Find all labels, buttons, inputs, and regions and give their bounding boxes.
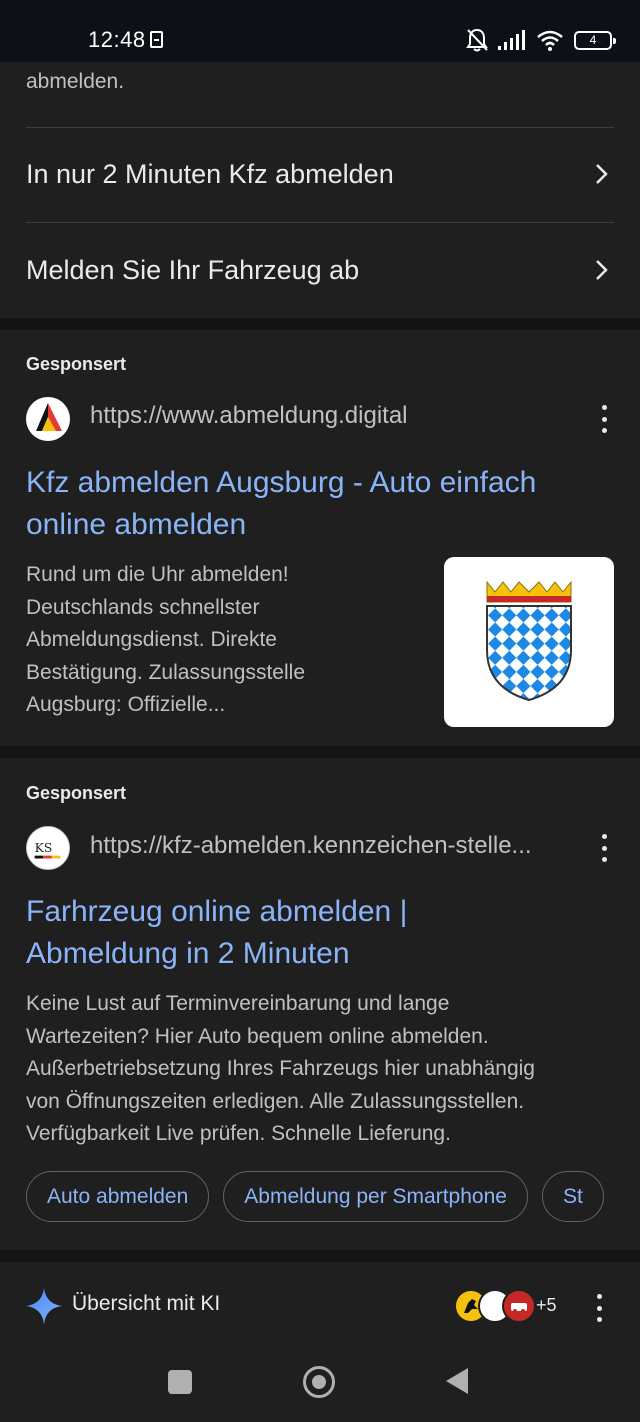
sitelink-kfz-abmelden[interactable]: In nur 2 Minuten Kfz abmelden — [26, 146, 614, 202]
ai-more-count: +5 — [536, 1295, 557, 1315]
desc-line: Rund um die Uhr abmelden! — [26, 563, 289, 586]
card-separator — [0, 1250, 640, 1262]
related-chips: Auto abmelden Abmeldung per Smartphone S… — [26, 1171, 604, 1222]
ad-url[interactable]: https://www.abmeldung.digital — [90, 402, 408, 430]
favicon-kennzeichen-stelle[interactable]: KS — [26, 826, 70, 870]
favicon-abmeldung[interactable] — [26, 397, 70, 441]
sitelink-label: In nur 2 Minuten Kfz abmelden — [26, 158, 394, 189]
status-icons: 4 — [466, 25, 616, 55]
ad-title-link[interactable]: Kfz abmelden Augsburg - Auto einfach onl… — [26, 462, 616, 546]
chip-partial[interactable]: St — [541, 1171, 604, 1222]
abmeldung-logo-icon — [27, 398, 69, 440]
desc-line: Abmeldungsdienst. Direkte — [26, 628, 277, 651]
desc-line: von Öffnungszeiten erledigen. Alle Zulas… — [26, 1089, 525, 1113]
sitelink-label: Melden Sie Ihr Fahrzeug ab — [26, 254, 360, 285]
chip-auto-abmelden[interactable]: Auto abmelden — [26, 1171, 210, 1222]
status-bar: 12:48 4 — [0, 0, 640, 62]
more-options-icon[interactable] — [596, 834, 612, 862]
desc-line: Wartezeiten? Hier Auto bequem online abm… — [26, 1024, 489, 1048]
ad-title-link[interactable]: Farhrzeug online abmelden | Abmeldung in… — [26, 891, 616, 975]
back-button[interactable] — [446, 1368, 468, 1394]
ad-url[interactable]: https://kfz-abmelden.kennzeichen-stelle.… — [90, 832, 532, 860]
divider — [26, 222, 614, 223]
ad-title-line: Abmeldung in 2 Minuten — [26, 937, 350, 970]
ai-overview-label[interactable]: Übersicht mit KI — [72, 1292, 220, 1316]
ad-description: Keine Lust auf Terminvereinbarung und la… — [26, 988, 616, 1151]
desc-line: Außerbetriebsetzung Ihres Fahrzeugs hier… — [26, 1057, 535, 1080]
desc-line: Keine Lust auf Terminvereinbarung und la… — [26, 992, 450, 1015]
ai-source-avatars[interactable] — [454, 1289, 536, 1323]
more-options-icon[interactable] — [596, 405, 612, 433]
home-button[interactable] — [303, 1366, 335, 1398]
ai-more-options-icon[interactable] — [591, 1294, 607, 1322]
chip-abmeldung-smartphone[interactable]: Abmeldung per Smartphone — [223, 1171, 528, 1222]
chevron-right-icon — [590, 258, 614, 282]
wifi-icon — [537, 30, 563, 51]
bell-off-icon — [466, 28, 488, 52]
ks-logo-icon: KS — [27, 827, 69, 869]
source-avatar-car-icon — [502, 1289, 536, 1323]
faded-snippet-text: abmelden. — [26, 70, 125, 93]
signal-icon — [498, 30, 525, 50]
ad-title-line: online abmelden — [26, 508, 247, 541]
card-separator — [0, 318, 640, 330]
bavaria-coat-of-arms-icon — [486, 580, 572, 702]
ad-title-line: Farhrzeug online abmelden | — [26, 895, 408, 928]
ad-thumbnail[interactable] — [444, 557, 614, 727]
recents-button[interactable] — [168, 1370, 192, 1394]
ad-title-line: Kfz abmelden Augsburg - Auto einfach — [26, 466, 537, 499]
ad-description: Rund um die Uhr abmelden! Deutschlands s… — [26, 559, 426, 722]
desc-line: Augsburg: Offizielle... — [26, 693, 226, 716]
desc-line: Bestätigung. Zulassungsstelle — [26, 660, 305, 684]
battery-saver-icon — [150, 31, 163, 48]
sponsored-label: Gesponsert — [26, 783, 127, 803]
sitelink-fahrzeug-ab[interactable]: Melden Sie Ihr Fahrzeug ab — [26, 242, 614, 298]
card-separator — [0, 746, 640, 758]
chevron-right-icon — [590, 162, 614, 186]
status-time: 12:48 — [88, 27, 146, 52]
divider — [26, 127, 614, 128]
desc-line: Verfügbarkeit Live prüfen. Schnelle Lief… — [26, 1122, 451, 1145]
desc-line: Deutschlands schnellster — [26, 595, 260, 619]
sponsored-label: Gesponsert — [26, 354, 127, 374]
battery-level: 4 — [589, 32, 597, 47]
battery-icon: 4 — [574, 30, 616, 50]
sparkle-icon — [26, 1288, 62, 1324]
svg-text:KS: KS — [35, 840, 53, 855]
